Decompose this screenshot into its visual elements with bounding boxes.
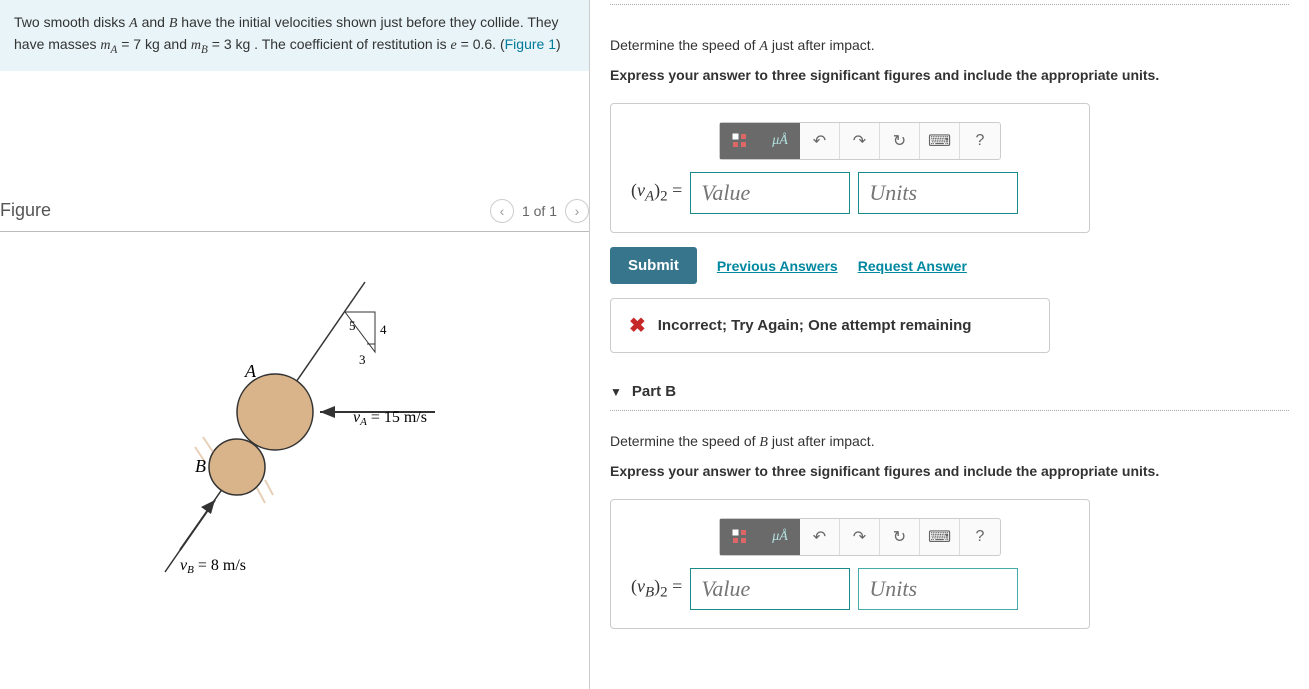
part-a-question: Determine the speed of A just after impa… <box>610 35 1289 57</box>
text: = 0.6. ( <box>457 36 505 52</box>
part-b-answer-box: μÅ ↶ ↷ ↻ ⌨ ? (vB)2 = <box>610 499 1090 629</box>
previous-answers-link[interactable]: Previous Answers <box>717 258 838 274</box>
text: Two smooth disks <box>14 14 129 30</box>
reset-icon[interactable]: ↻ <box>880 123 920 159</box>
answer-label: (vB)2 = <box>631 576 682 602</box>
var-A: A <box>129 16 138 31</box>
part-a-answer-box: μÅ ↶ ↷ ↻ ⌨ ? (vA)2 = <box>610 103 1090 233</box>
figure-next-button[interactable]: › <box>565 199 589 223</box>
units-icon[interactable]: μÅ <box>760 123 800 159</box>
redo-icon[interactable]: ↷ <box>840 123 880 159</box>
answer-label: (vA)2 = <box>631 180 682 206</box>
figure-link[interactable]: Figure 1 <box>505 36 556 52</box>
help-icon[interactable]: ? <box>960 123 1000 159</box>
text: = 7 kg and <box>117 36 191 52</box>
part-b-title: Part B <box>632 383 676 400</box>
units-input[interactable] <box>858 172 1018 214</box>
label-vB: vB = 8 m/s <box>180 557 246 576</box>
part-a-instruction: Express your answer to three significant… <box>610 67 1289 83</box>
template-icon[interactable] <box>720 519 760 555</box>
label-A: A <box>244 361 257 381</box>
request-answer-link[interactable]: Request Answer <box>858 258 967 274</box>
label-B: B <box>195 456 206 476</box>
sub-B: B <box>201 44 208 56</box>
reset-icon[interactable]: ↻ <box>880 519 920 555</box>
var-m: m <box>191 38 201 53</box>
template-icon[interactable] <box>720 123 760 159</box>
value-input[interactable] <box>690 568 850 610</box>
problem-statement: Two smooth disks A and B have the initia… <box>0 0 589 71</box>
answer-toolbar: μÅ ↶ ↷ ↻ ⌨ ? <box>719 122 1001 160</box>
var-m: m <box>100 38 110 53</box>
figure-counter: 1 of 1 <box>522 203 557 219</box>
redo-icon[interactable]: ↷ <box>840 519 880 555</box>
text: = 3 kg . The coefficient of restitution … <box>208 36 451 52</box>
feedback-text: Incorrect; Try Again; One attempt remain… <box>658 317 972 334</box>
part-b-instruction: Express your answer to three significant… <box>610 463 1289 479</box>
tri-5: 5 <box>349 318 356 333</box>
keyboard-icon[interactable]: ⌨ <box>920 519 960 555</box>
figure-image: A B vA = 15 m/s vB = 8 m/s 5 4 3 <box>0 232 589 602</box>
tri-4: 4 <box>380 322 387 337</box>
keyboard-icon[interactable]: ⌨ <box>920 123 960 159</box>
caret-down-icon: ▼ <box>610 385 622 399</box>
value-input[interactable] <box>690 172 850 214</box>
feedback-box: ✖ Incorrect; Try Again; One attempt rema… <box>610 298 1050 353</box>
tri-3: 3 <box>359 352 366 367</box>
undo-icon[interactable]: ↶ <box>800 519 840 555</box>
figure-prev-button[interactable]: ‹ <box>490 199 514 223</box>
units-icon[interactable]: μÅ <box>760 519 800 555</box>
submit-button[interactable]: Submit <box>610 247 697 284</box>
figure-title: Figure <box>0 200 51 221</box>
incorrect-icon: ✖ <box>629 313 646 338</box>
help-icon[interactable]: ? <box>960 519 1000 555</box>
text: and <box>138 14 169 30</box>
answer-toolbar: μÅ ↶ ↷ ↻ ⌨ ? <box>719 518 1001 556</box>
undo-icon[interactable]: ↶ <box>800 123 840 159</box>
text: ) <box>556 36 561 52</box>
part-b-header[interactable]: ▼ Part B <box>610 383 1289 400</box>
units-input[interactable] <box>858 568 1018 610</box>
part-b-question: Determine the speed of B just after impa… <box>610 431 1289 453</box>
